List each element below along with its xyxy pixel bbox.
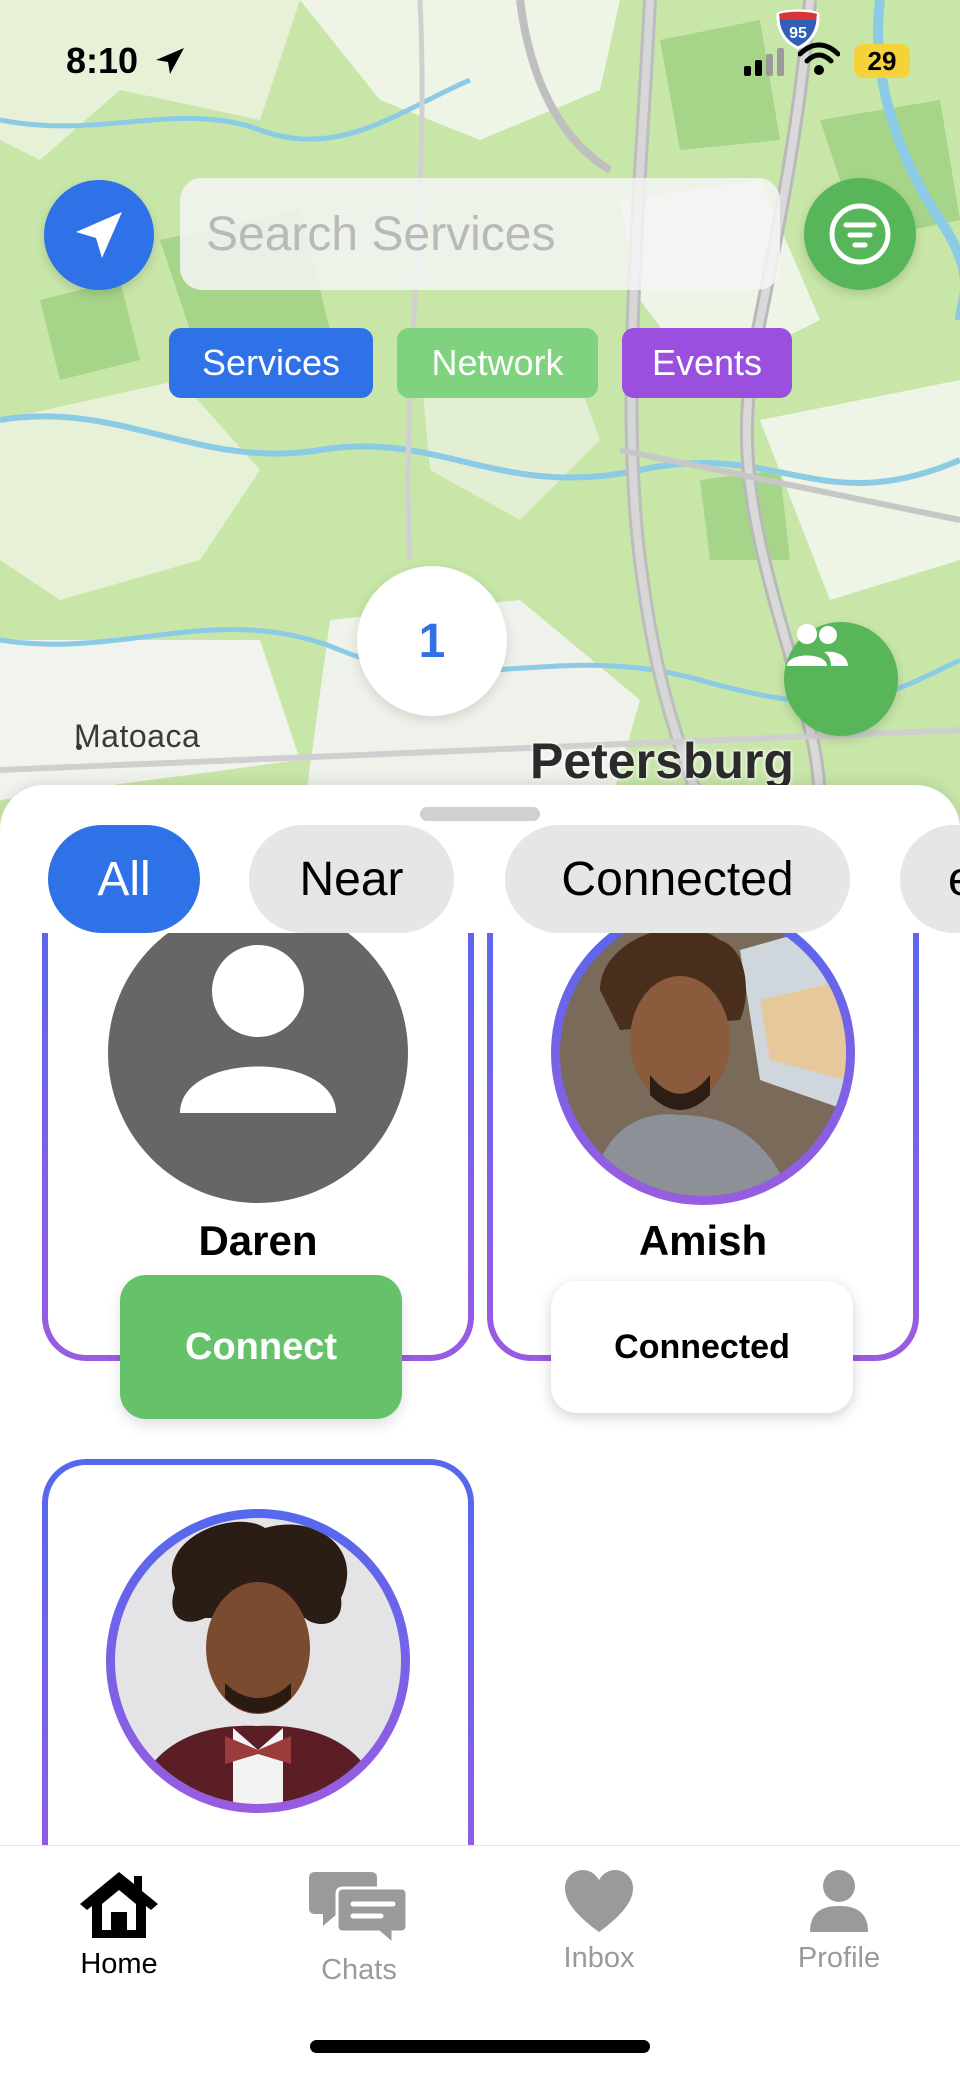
segment-more[interactable]: e bbox=[900, 825, 960, 933]
tab-home[interactable]: Home bbox=[19, 1868, 219, 1981]
cellular-signal-icon bbox=[744, 48, 784, 76]
segment-all[interactable]: All bbox=[48, 825, 200, 933]
user-name: Daren bbox=[198, 1217, 318, 1264]
navigation-arrow-icon bbox=[76, 212, 122, 258]
avatar-photo bbox=[115, 1518, 401, 1804]
avatar bbox=[551, 933, 855, 1205]
tab-label: Inbox bbox=[563, 1942, 635, 1974]
user-card[interactable] bbox=[42, 1459, 474, 1845]
user-name: Amish bbox=[638, 1217, 768, 1264]
group-button[interactable] bbox=[784, 622, 898, 736]
tab-label: Chats bbox=[321, 1954, 397, 1986]
chip-network[interactable]: Network bbox=[397, 328, 598, 398]
chip-services[interactable]: Services bbox=[169, 328, 373, 398]
user-card-grid[interactable]: Daren Connect Amish Connected bbox=[0, 933, 960, 1845]
segment-connected[interactable]: Connected bbox=[505, 825, 850, 933]
default-avatar-icon bbox=[108, 933, 408, 1203]
chat-bubbles-icon bbox=[309, 1872, 409, 1946]
place-label-matoaca: Matoaca bbox=[74, 718, 201, 754]
avatar-photo bbox=[560, 933, 846, 1196]
location-arrow-icon bbox=[156, 48, 184, 74]
segment-near[interactable]: Near bbox=[249, 825, 454, 933]
cluster-count: 1 bbox=[418, 614, 446, 668]
person-icon bbox=[810, 1870, 868, 1932]
connect-button[interactable]: Connect bbox=[120, 1275, 402, 1419]
chip-events[interactable]: Events bbox=[622, 328, 792, 398]
avatar bbox=[106, 1509, 410, 1813]
person-photo-icon bbox=[115, 1518, 401, 1804]
shield-number: 95 bbox=[789, 25, 807, 42]
battery-indicator: 29 bbox=[854, 44, 910, 78]
my-location-button[interactable] bbox=[44, 180, 154, 290]
person-photo-icon bbox=[560, 933, 846, 1196]
sheet-grabber[interactable] bbox=[420, 807, 540, 821]
map-view[interactable]: Matoaca Petersburg 1 bbox=[0, 0, 960, 840]
filter-button[interactable] bbox=[804, 178, 916, 290]
place-label-petersburg: Petersburg bbox=[530, 733, 794, 789]
heart-icon bbox=[565, 1870, 633, 1932]
home-indicator bbox=[310, 2040, 650, 2053]
tab-inbox[interactable]: Inbox bbox=[499, 1868, 699, 1975]
tab-label: Profile bbox=[797, 1942, 881, 1974]
tab-label: Home bbox=[80, 1948, 158, 1980]
home-icon bbox=[80, 1872, 158, 1938]
filter-icon bbox=[829, 203, 891, 265]
connected-button[interactable]: Connected bbox=[551, 1281, 853, 1413]
user-card[interactable]: Amish Connected bbox=[487, 933, 919, 1413]
bottom-sheet[interactable]: All Near Connected e Daren Connect bbox=[0, 785, 960, 1845]
group-icon bbox=[787, 624, 848, 666]
status-bar: 8:10 95 29 bbox=[0, 0, 960, 120]
tab-profile[interactable]: Profile bbox=[739, 1868, 939, 1975]
avatar bbox=[106, 933, 410, 1205]
wifi-icon bbox=[798, 42, 840, 75]
search-input[interactable] bbox=[180, 178, 780, 290]
map-cluster-marker[interactable]: 1 bbox=[357, 566, 507, 716]
user-card[interactable]: Daren Connect bbox=[42, 933, 474, 1419]
tab-chats[interactable]: Chats bbox=[259, 1868, 459, 1987]
status-time: 8:10 bbox=[66, 40, 139, 81]
